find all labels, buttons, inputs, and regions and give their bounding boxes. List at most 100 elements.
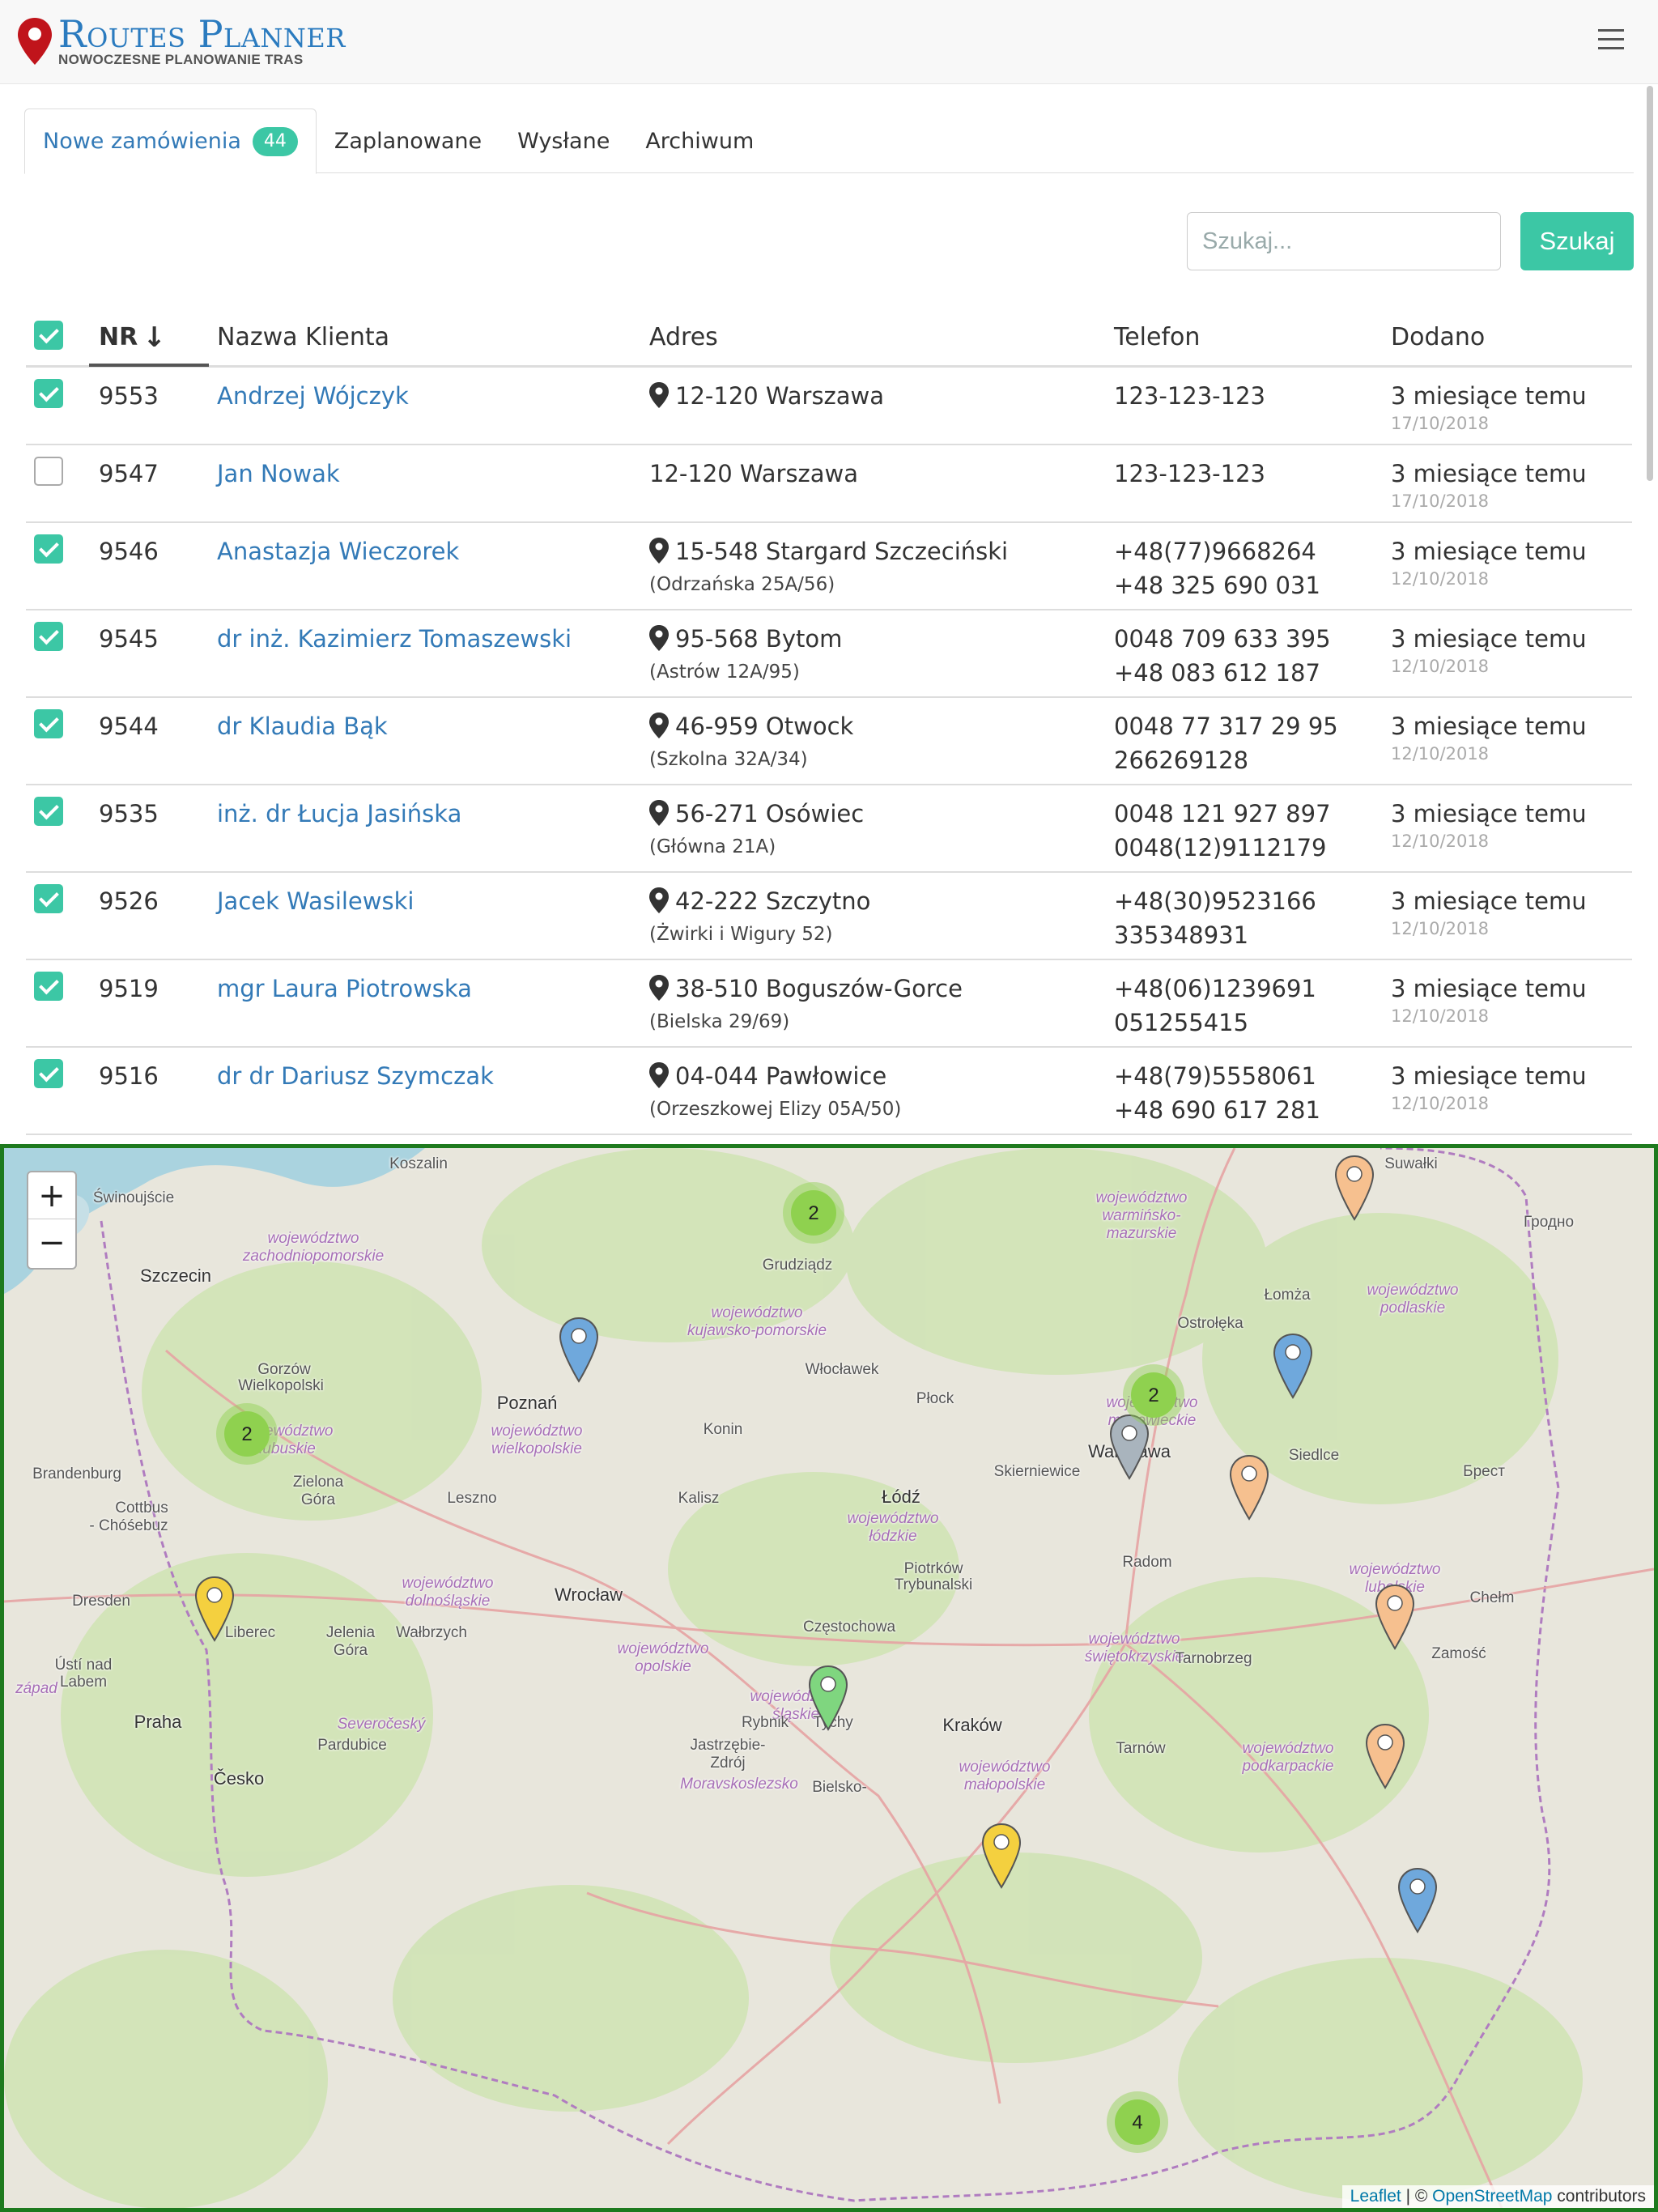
order-location-marker-icon[interactable] <box>1365 1723 1405 1789</box>
address-street: (Astrów 12A/95) <box>649 661 800 683</box>
added-relative: 3 miesiące temu <box>1391 382 1587 410</box>
order-location-marker-icon[interactable] <box>194 1576 235 1642</box>
order-status-tabs: Nowe zamówienia 44 Zaplanowane Wysłane A… <box>24 108 1634 174</box>
menu-toggle-icon[interactable] <box>1598 29 1624 52</box>
phone-primary: 0048 709 633 395 <box>1114 625 1331 653</box>
zoom-in-button[interactable]: + <box>28 1172 75 1219</box>
order-location-marker-icon[interactable] <box>1109 1414 1150 1480</box>
address-street: (Bielska 29/69) <box>649 1011 790 1032</box>
added-relative: 3 miesiące temu <box>1391 1062 1587 1090</box>
row-checkbox[interactable] <box>34 709 63 738</box>
column-header-name[interactable]: Nazwa Klienta <box>217 321 389 355</box>
client-name-link[interactable]: Anastazja Wieczorek <box>217 534 459 568</box>
column-header-added[interactable]: Dodano <box>1391 321 1485 355</box>
column-header-nr[interactable]: NR ↓ <box>99 321 166 355</box>
leaflet-link[interactable]: Leaflet <box>1350 2187 1401 2206</box>
address-street: (Orzeszkowej Elizy 05A/50) <box>649 1099 902 1120</box>
row-checkbox[interactable] <box>34 797 63 826</box>
order-location-marker-icon[interactable] <box>1273 1333 1313 1399</box>
search-button[interactable]: Szukaj <box>1520 212 1634 270</box>
row-checkbox[interactable] <box>34 622 63 651</box>
address-cell: 12-120 Warszawa <box>649 457 858 491</box>
row-checkbox[interactable] <box>34 972 63 1001</box>
select-all-cell <box>34 321 63 359</box>
client-name-link[interactable]: Jan Nowak <box>217 457 340 491</box>
phone-secondary: +48 690 617 281 <box>1114 1096 1320 1124</box>
client-name-link[interactable]: Jacek Wasilewski <box>217 884 414 918</box>
table-header-row: NR ↓ Nazwa Klienta Adres Telefon Dodano <box>26 311 1632 368</box>
order-number: 9526 <box>99 887 159 915</box>
address-city: 12-120 Warszawa <box>649 460 859 487</box>
select-all-checkbox[interactable] <box>34 321 63 350</box>
column-header-address[interactable]: Adres <box>649 321 718 355</box>
client-name-link[interactable]: inż. dr Łucja Jasińska <box>217 797 461 831</box>
attribution-separator: | © <box>1401 2187 1433 2206</box>
marker-cluster-icon[interactable]: 2 <box>216 1403 278 1465</box>
orders-map[interactable]: Koszalin Świnoujście Suwałki województwo zac… <box>0 1144 1658 2212</box>
marker-cluster-icon[interactable]: 2 <box>783 1182 844 1244</box>
row-select-cell <box>34 534 63 572</box>
row-checkbox[interactable] <box>34 379 63 408</box>
cluster-count: 4 <box>1132 2112 1142 2133</box>
table-row: 9526 Jacek Wasilewski 42-222 Szczytno (Żwir… <box>26 873 1632 960</box>
order-location-marker-icon[interactable] <box>1334 1155 1375 1221</box>
added-cell: 3 miesiące temu 12/10/2018 <box>1391 884 1587 939</box>
orders-table: NR ↓ Nazwa Klienta Adres Telefon Dodano 9… <box>26 311 1632 1135</box>
added-date: 17/10/2018 <box>1391 491 1490 511</box>
order-location-marker-icon[interactable] <box>1229 1454 1269 1521</box>
row-checkbox[interactable] <box>34 534 63 564</box>
order-location-marker-icon[interactable] <box>808 1665 848 1731</box>
client-name-link[interactable]: dr Klaudia Bąk <box>217 709 388 743</box>
address-city: 95-568 Bytom <box>675 625 843 653</box>
marker-cluster-icon[interactable]: 4 <box>1107 2091 1168 2153</box>
client-name-link[interactable]: mgr Laura Piotrowska <box>217 972 472 1006</box>
row-checkbox[interactable] <box>34 1059 63 1088</box>
address-city: 12-120 Warszawa <box>675 382 885 410</box>
address-street: (Odrzańska 25A/56) <box>649 574 835 595</box>
tab-planned[interactable]: Zaplanowane <box>317 108 500 173</box>
column-header-nr-label: NR <box>99 323 138 351</box>
added-date: 12/10/2018 <box>1391 832 1490 851</box>
table-row: 9519 mgr Laura Piotrowska 38-510 Boguszów-… <box>26 960 1632 1048</box>
address-city: 04-044 Pawłowice <box>675 1062 887 1090</box>
row-select-cell <box>34 1059 63 1097</box>
client-name-link[interactable]: Andrzej Wójczyk <box>217 379 409 413</box>
added-relative: 3 miesiące temu <box>1391 460 1587 487</box>
client-name-link[interactable]: dr dr Dariusz Szymczak <box>217 1059 494 1093</box>
location-pin-icon <box>649 975 669 1001</box>
tab-new-orders[interactable]: Nowe zamówienia 44 <box>24 108 317 174</box>
page-scrollbar[interactable] <box>1647 86 1653 481</box>
search-input[interactable] <box>1187 212 1501 270</box>
order-location-marker-icon[interactable] <box>981 1823 1022 1889</box>
address-street: (Główna 21A) <box>649 836 776 857</box>
zoom-out-button[interactable]: − <box>28 1219 75 1266</box>
added-date: 12/10/2018 <box>1391 919 1490 938</box>
order-location-marker-icon[interactable] <box>559 1317 599 1383</box>
brand-logo[interactable]: Routes Planner NOWOCZESNE PLANOWANIE TRA… <box>16 13 345 70</box>
row-checkbox[interactable] <box>34 457 63 486</box>
added-relative: 3 miesiące temu <box>1391 538 1587 565</box>
phone-secondary: +48 083 612 187 <box>1114 659 1320 687</box>
tab-archive[interactable]: Archiwum <box>627 108 772 173</box>
added-relative: 3 miesiące temu <box>1391 800 1587 827</box>
added-cell: 3 miesiące temu 17/10/2018 <box>1391 379 1587 434</box>
address-cell: 46-959 Otwock (Szkolna 32A/34) <box>649 709 853 776</box>
phone-primary: +48(77)9668264 <box>1114 538 1316 565</box>
added-date: 12/10/2018 <box>1391 569 1490 589</box>
marker-cluster-icon[interactable]: 2 <box>1123 1364 1184 1426</box>
order-location-marker-icon[interactable] <box>1375 1584 1415 1650</box>
client-name-link[interactable]: dr inż. Kazimierz Tomaszewski <box>217 622 572 656</box>
row-select-cell <box>34 972 63 1010</box>
order-location-marker-icon[interactable] <box>1397 1867 1438 1933</box>
order-number: 9535 <box>99 800 159 827</box>
osm-link[interactable]: OpenStreetMap <box>1432 2187 1552 2206</box>
brand-tagline: NOWOCZESNE PLANOWANIE TRAS <box>58 52 304 67</box>
row-select-cell <box>34 797 63 835</box>
added-relative: 3 miesiące temu <box>1391 975 1587 1002</box>
tab-sent[interactable]: Wysłane <box>500 108 627 173</box>
table-row: 9547 Jan Nowak 12-120 Warszawa 123-123-123 3… <box>26 445 1632 523</box>
column-header-phone[interactable]: Telefon <box>1114 321 1200 355</box>
row-checkbox[interactable] <box>34 884 63 913</box>
address-street: (Żwirki i Wigury 52) <box>649 924 833 945</box>
added-date: 12/10/2018 <box>1391 744 1490 764</box>
